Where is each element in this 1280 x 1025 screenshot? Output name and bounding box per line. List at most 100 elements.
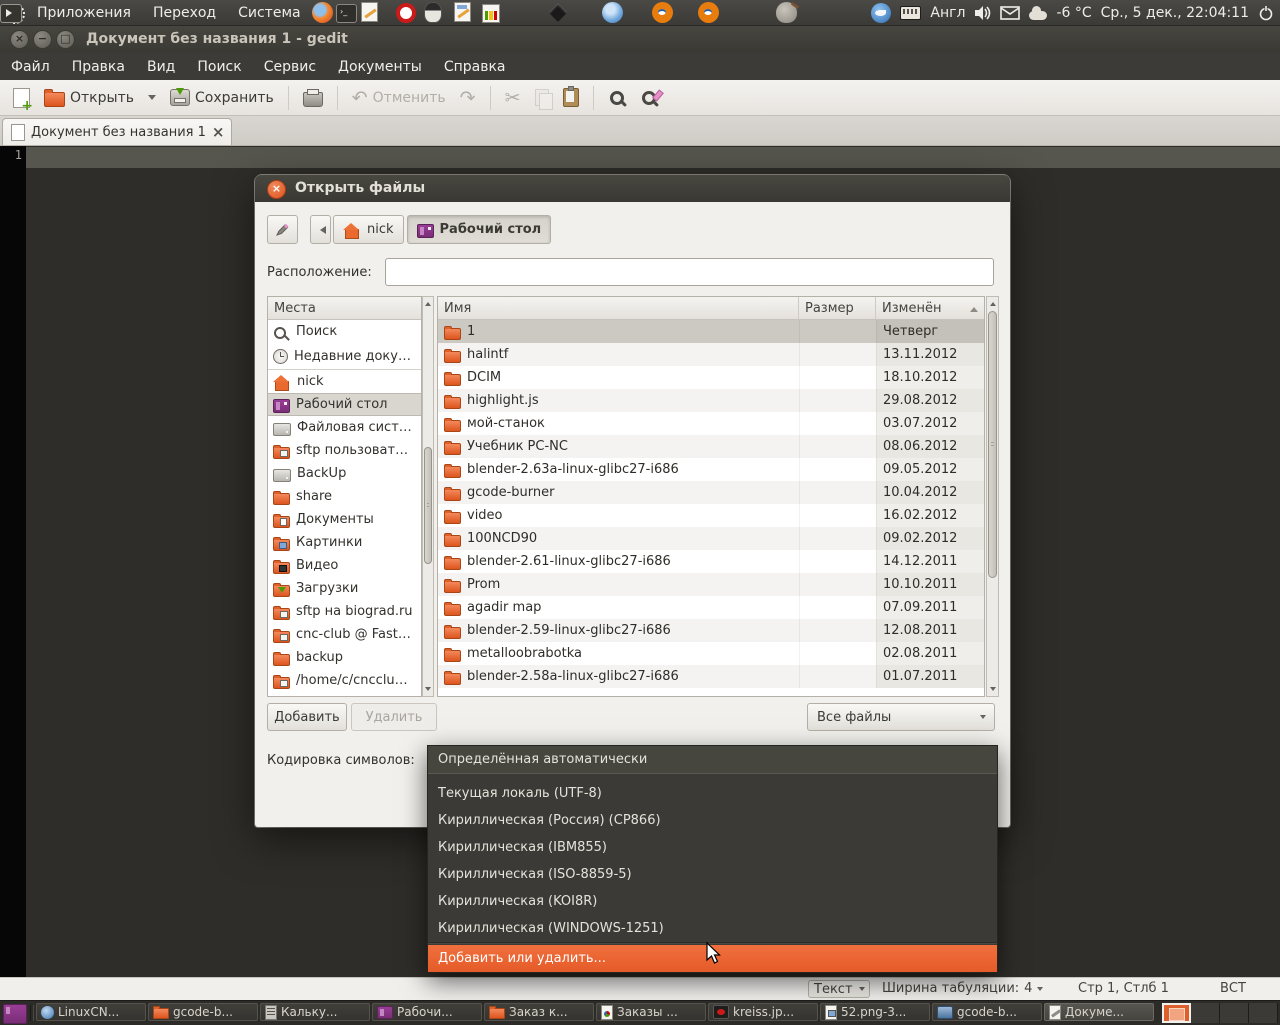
save-button[interactable]: Сохранить <box>165 86 279 109</box>
encoding-option[interactable]: Кириллическая (KOI8R) <box>428 888 997 915</box>
file-row[interactable]: metalloobrabotka 02.08.2011 <box>438 642 984 665</box>
encoding-option[interactable]: Кириллическая (WINDOWS-1251) <box>428 915 997 942</box>
copy-button[interactable] <box>530 86 554 110</box>
file-row[interactable]: highlight.js 29.08.2012 <box>438 389 984 412</box>
place-item[interactable]: Файловая сист… <box>268 416 421 439</box>
workspace-cell[interactable] <box>1249 1003 1278 1023</box>
power-icon[interactable] <box>1258 5 1274 21</box>
file-row[interactable]: agadir map 07.09.2011 <box>438 596 984 619</box>
blender-icon[interactable] <box>652 2 673 23</box>
encoding-option[interactable]: Кириллическая (ISO-8859-5) <box>428 861 997 888</box>
window-close-button[interactable]: × <box>10 30 29 49</box>
taskbar-window-button[interactable]: Рабочи... <box>372 1003 482 1021</box>
path-segment-button[interactable]: Рабочий стол <box>406 215 552 244</box>
gimp-icon[interactable] <box>776 2 797 23</box>
add-bookmark-button[interactable]: Добавить <box>267 703 347 731</box>
encoding-option[interactable]: Определённая автоматически <box>428 746 997 774</box>
place-item[interactable]: Поиск <box>268 320 421 343</box>
path-segment-button[interactable]: nick <box>333 215 404 244</box>
tab-close-icon[interactable]: × <box>212 125 225 140</box>
inkscape-icon[interactable] <box>548 2 568 22</box>
terminal-icon[interactable] <box>336 4 357 23</box>
place-item[interactable]: nick <box>268 370 421 393</box>
weather-icon[interactable] <box>1029 6 1048 20</box>
place-item[interactable]: BackUp <box>268 462 421 485</box>
menubar-item[interactable]: Документы <box>327 59 433 75</box>
chromium-icon[interactable] <box>602 2 623 23</box>
place-item[interactable]: cnc-club @ Fast… <box>268 623 421 646</box>
type-location-button[interactable] <box>267 215 298 244</box>
place-item[interactable]: Загрузки <box>268 577 421 600</box>
remove-bookmark-button[interactable]: Удалить <box>351 703 437 731</box>
menubar-item[interactable]: Сервис <box>253 59 327 75</box>
open-button[interactable]: Открыть <box>39 86 139 110</box>
new-document-button[interactable] <box>8 85 35 114</box>
taskbar-window-button[interactable]: Заказ к... <box>484 1003 594 1021</box>
file-row[interactable]: blender-2.59-linux-glibc27-i686 12.08.20… <box>438 619 984 642</box>
print-button[interactable] <box>298 85 328 110</box>
dialog-titlebar[interactable]: × Открыть файлы <box>255 175 1010 202</box>
opera-icon[interactable] <box>396 3 416 23</box>
clock-label[interactable]: Ср., 5 дек., 22:04:11 <box>1101 5 1249 21</box>
panel-menu-item[interactable]: Переход <box>142 5 227 21</box>
taskbar-window-button[interactable]: gcode-b... <box>148 1003 258 1021</box>
tab-document[interactable]: Документ без названия 1 × <box>2 118 232 145</box>
file-row[interactable]: gcode-burner 10.04.2012 <box>438 481 984 504</box>
places-header[interactable]: Места <box>268 297 421 320</box>
temperature-label[interactable]: -6 °C <box>1056 5 1091 21</box>
redo-button[interactable]: ↷ <box>455 85 481 111</box>
encoding-option[interactable]: Кириллическая (IBM855) <box>428 834 997 861</box>
path-back-button[interactable] <box>310 215 331 244</box>
paste-button[interactable] <box>558 85 584 110</box>
notes-icon[interactable] <box>454 2 471 22</box>
scroll-up-icon[interactable] <box>987 297 998 308</box>
open-dropdown-button[interactable] <box>143 88 161 107</box>
stats-icon[interactable] <box>482 4 500 23</box>
keyboard-layout-label[interactable]: Англ <box>930 5 965 21</box>
workspace-cell[interactable] <box>1162 1003 1191 1023</box>
dialog-close-button[interactable]: × <box>267 180 286 199</box>
place-item[interactable]: Недавние доку… <box>268 343 421 370</box>
place-item[interactable]: /home/c/cncclu… <box>268 669 421 692</box>
file-row[interactable]: video 16.02.2012 <box>438 504 984 527</box>
place-item[interactable]: Видео <box>268 554 421 577</box>
panel-menu-item[interactable]: Приложения <box>26 5 142 21</box>
taskbar-window-button[interactable]: LinuxCN... <box>36 1003 146 1021</box>
taskbar-window-button[interactable]: Заказы ... <box>596 1003 706 1021</box>
file-row[interactable]: Prom 10.10.2011 <box>438 573 984 596</box>
column-header-modified[interactable]: Изменён <box>876 297 984 320</box>
file-filter-combobox[interactable]: Все файлы <box>807 703 995 731</box>
taskbar-window-button[interactable]: gcode-b... <box>932 1003 1042 1021</box>
column-header-size[interactable]: Размер <box>799 297 876 320</box>
place-item[interactable]: backup <box>268 646 421 669</box>
highlight-mode-combobox[interactable]: Текст <box>808 980 870 998</box>
taskbar-window-button[interactable]: Кальку... <box>260 1003 370 1021</box>
place-item[interactable]: Документы <box>268 508 421 531</box>
menubar-item[interactable]: Файл <box>0 59 61 75</box>
scroll-down-icon[interactable] <box>423 685 433 696</box>
scroll-down-icon[interactable] <box>987 685 998 696</box>
place-item[interactable]: Рабочий стол <box>268 393 421 416</box>
cut-button[interactable]: ✂ <box>500 85 526 111</box>
places-scrollbar[interactable] <box>422 296 434 697</box>
workspace-cell[interactable] <box>1191 1003 1220 1023</box>
undo-button[interactable]: ↶ Отменить <box>347 85 451 111</box>
panel-menu-item[interactable]: Система <box>227 5 311 21</box>
file-row[interactable]: DCIM 18.10.2012 <box>438 366 984 389</box>
firefox-icon[interactable] <box>312 2 333 23</box>
penguin-icon[interactable] <box>424 2 442 23</box>
text-editor-icon[interactable] <box>361 2 378 22</box>
tab-width-combobox[interactable]: Ширина табуляции: 4 <box>882 981 1044 996</box>
taskbar-window-button[interactable]: Докуме... <box>1044 1003 1154 1021</box>
volume-icon[interactable] <box>974 5 991 21</box>
column-header-name[interactable]: Имя <box>438 297 799 320</box>
encoding-option[interactable]: Кириллическая (Россия) (CP866) <box>428 807 997 834</box>
place-item[interactable]: sftp на biograd.ru <box>268 600 421 623</box>
keyboard-layout-icon[interactable] <box>900 6 922 20</box>
file-row[interactable]: blender-2.63a-linux-glibc27-i686 09.05.2… <box>438 458 984 481</box>
replace-button[interactable] <box>635 86 663 110</box>
location-input[interactable] <box>385 258 994 286</box>
file-row[interactable]: blender-2.61-linux-glibc27-i686 14.12.20… <box>438 550 984 573</box>
blender-icon[interactable] <box>698 2 719 23</box>
menubar-item[interactable]: Справка <box>433 59 517 75</box>
